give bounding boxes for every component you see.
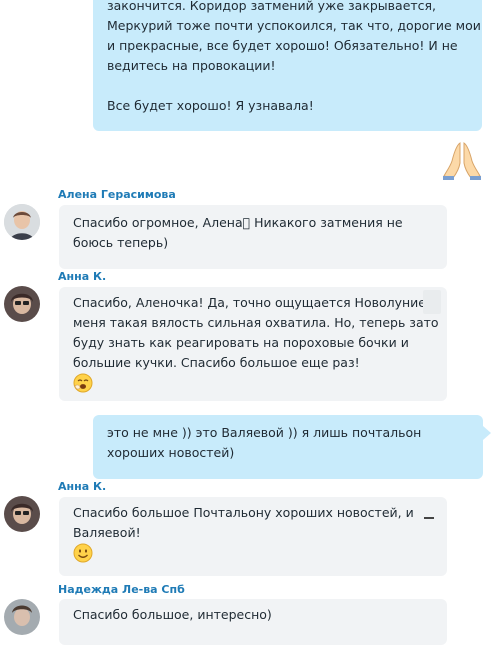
typing-indicator-icon (424, 511, 434, 519)
incoming-message[interactable]: Спасибо огромное, Алена􏿾 Никакого затмен… (59, 205, 447, 269)
message-options-icon[interactable] (423, 290, 441, 314)
avatar[interactable] (4, 496, 40, 532)
message-text-line: Спасибо большое, интересно) (73, 607, 272, 622)
message-text-line: Все будет хорошо! Я узнавала! (107, 98, 314, 113)
avatar[interactable] (4, 204, 40, 240)
message-text-line: Меркурий тоже почти успокоился, так что,… (107, 18, 481, 33)
message-text-line: буду знать как реагировать на пороховые … (73, 335, 409, 350)
yawning-face-emoji-icon (73, 373, 93, 393)
outgoing-message[interactable]: закончится. Коридор затмений уже закрыва… (93, 0, 482, 131)
message-text-line: ведитесь на провокации! (107, 58, 276, 73)
sender-name[interactable]: Алена Герасимова (58, 188, 176, 201)
message-text-line: большие кучки. Спасибо большое еще раз! (73, 355, 360, 370)
incoming-message[interactable]: Спасибо большое Почтальону хороших новос… (59, 497, 447, 576)
message-text-line: хороших новостей) (107, 445, 235, 460)
message-text-line: Спасибо, Аленочка! Да, точно ощущается Н… (73, 295, 430, 310)
message-text-line: Спасибо большое Почтальону хороших новос… (73, 505, 414, 520)
message-text-line: закончится. Коридор затмений уже закрыва… (107, 0, 437, 13)
incoming-message[interactable]: Спасибо, Аленочка! Да, точно ощущается Н… (59, 287, 447, 401)
bubble-tail (483, 426, 491, 440)
message-text-line: это не мне )) это Валяевой )) я лишь поч… (107, 425, 422, 440)
folded-hands-emoji-icon[interactable] (441, 139, 483, 181)
sender-name[interactable]: Анна К. (58, 480, 106, 493)
smiling-face-emoji-icon (73, 543, 93, 563)
message-text-line: Спасибо огромное, Алена􏿾 Никакого затмен… (73, 215, 403, 230)
incoming-message[interactable]: Спасибо большое, интересно) (59, 599, 447, 645)
message-text-line: меня такая вялость сильная охватила. Но,… (73, 315, 439, 330)
avatar[interactable] (4, 599, 40, 635)
message-text-line: и прекрасные, все будет хорошо! Обязател… (107, 38, 458, 53)
message-text-line: Валяевой! (73, 525, 141, 540)
sender-name[interactable]: Анна К. (58, 270, 106, 283)
avatar[interactable] (4, 286, 40, 322)
sender-name[interactable]: Надежда Ле-ва Спб (58, 583, 185, 596)
outgoing-message[interactable]: это не мне )) это Валяевой )) я лишь поч… (93, 415, 483, 479)
message-text-line (107, 76, 468, 96)
message-text-line: боюсь теперь) (73, 235, 169, 250)
